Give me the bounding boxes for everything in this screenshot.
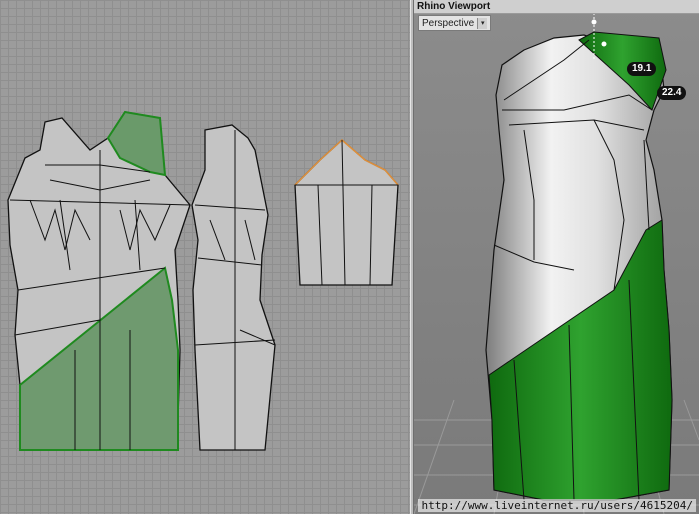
pattern-drawing	[7, 110, 399, 451]
gumball-handle-point	[601, 41, 607, 47]
view-mode-label: Perspective	[422, 17, 475, 29]
rhino-viewport[interactable]: Rhino Viewport Perspective ▾ 19.1 22.4	[414, 0, 699, 514]
view-mode-selector[interactable]: Perspective ▾	[418, 15, 492, 31]
dimension-badge: 22.4	[657, 86, 687, 100]
viewport-title: Rhino Viewport	[414, 0, 699, 14]
watermark-url: http://www.liveinternet.ru/users/4615204…	[418, 499, 696, 512]
dimension-badge: 19.1	[627, 62, 657, 76]
viewport-scene	[414, 0, 699, 514]
chevron-down-icon[interactable]: ▾	[477, 17, 488, 29]
sleeve-pattern-piece	[294, 139, 399, 286]
pattern-canvas[interactable]	[0, 0, 410, 514]
gumball-handle-mid	[591, 19, 597, 25]
back-pattern-piece	[191, 124, 276, 451]
